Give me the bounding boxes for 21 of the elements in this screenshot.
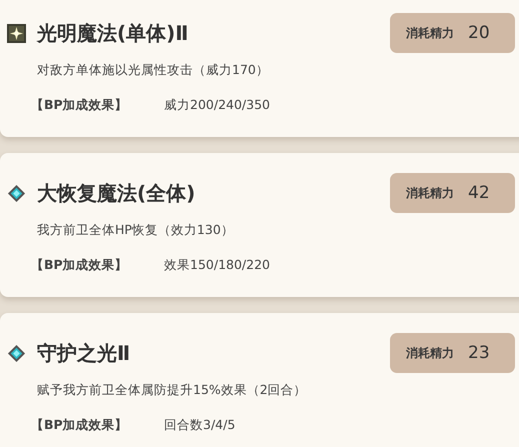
skill-name: 守护之光Ⅱ — [37, 340, 130, 366]
diamond-icon — [7, 344, 26, 362]
bp-label: 【BP加成效果】 — [31, 97, 129, 114]
skill-description: 我方前卫全体HP恢复（效力130） — [37, 222, 235, 239]
bp-value: 回合数3/4/5 — [164, 417, 236, 434]
cost-label: 消耗精力 — [406, 184, 454, 202]
bp-value: 效果150/180/220 — [164, 257, 270, 274]
cost-value: 23 — [468, 343, 490, 363]
cost-label: 消耗精力 — [406, 24, 454, 42]
bp-label: 【BP加成效果】 — [31, 417, 129, 434]
skill-description: 对敌方单体施以光属性攻击（威力170） — [37, 62, 270, 79]
diamond-icon — [7, 184, 26, 202]
skill-name: 光明魔法(单体)Ⅱ — [37, 20, 188, 46]
cost-value: 20 — [468, 23, 490, 43]
skill-description: 赋予我方前卫全体属防提升15%效果（2回合） — [37, 382, 308, 399]
cost-label: 消耗精力 — [406, 344, 454, 362]
cost-value: 42 — [468, 183, 490, 203]
bp-label: 【BP加成效果】 — [31, 257, 129, 274]
star-tile-icon — [7, 24, 26, 42]
bp-value: 威力200/240/350 — [164, 97, 270, 114]
skill-name: 大恢复魔法(全体) — [37, 180, 196, 206]
